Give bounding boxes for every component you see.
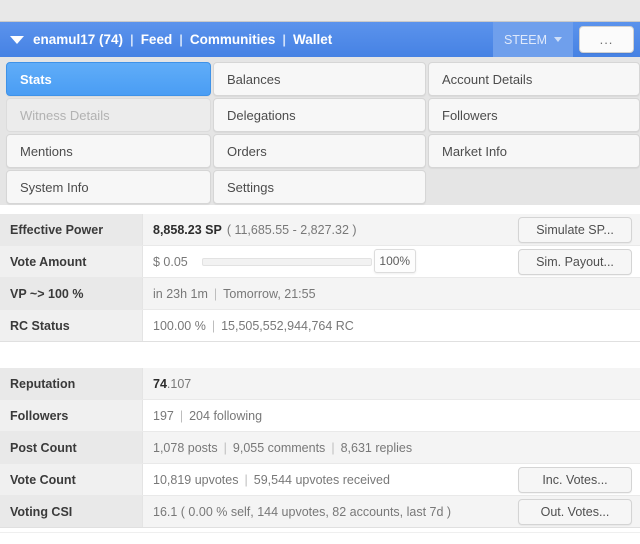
window-chrome-strip [0,0,640,22]
sim-payout-button[interactable]: Sim. Payout... [518,249,632,275]
vp-recharge-datetime: Tomorrow, 21:55 [223,287,315,301]
account-name-label[interactable]: enamul17 (74) [33,32,123,47]
upvotes-received: 59,544 upvotes received [254,473,390,487]
row-label: Reputation [0,368,143,399]
slider-percent-badge: 100% [374,249,416,273]
effective-power-range: ( 11,685.55 - 2,827.32 ) [222,223,357,237]
effective-power-value: 8,858.23 SP [153,223,222,237]
table-group-divider [0,346,640,368]
token-selector-dropdown[interactable]: STEEM [493,22,573,57]
row-value: 100.00 % | 15,505,552,944,764 RC [143,310,640,341]
reputation-decimals: .107 [167,377,191,391]
row-value: 74 .107 [143,368,640,399]
row-value: 1,078 posts | 9,055 comments | 8,631 rep… [143,432,640,463]
tab-delegations[interactable]: Delegations [213,98,426,132]
row-label: Vote Count [0,464,143,495]
nav-separator: | [282,32,286,47]
table-row-vp-recharge: VP ~> 100 % in 23h 1m | Tomorrow, 21:55 [0,278,640,310]
replies-count: 8,631 replies [341,441,413,455]
nav-left-group: enamul17 (74) | Feed | Communities | Wal… [10,22,493,57]
rc-status-percent: 100.00 % [153,319,206,333]
table-row-reputation: Reputation 74 .107 [0,368,640,400]
upvotes-given: 10,819 upvotes [153,473,239,487]
incoming-votes-button[interactable]: Inc. Votes... [518,467,632,493]
nav-separator: | [130,32,134,47]
tab-witness-details: Witness Details [6,98,211,132]
nav-link-feed[interactable]: Feed [141,32,173,47]
tab-stats[interactable]: Stats [6,62,211,96]
comments-count: 9,055 comments [233,441,325,455]
tab-grid-empty-cell [428,170,640,204]
row-label: Followers [0,400,143,431]
rc-status-amount: 15,505,552,944,764 RC [221,319,354,333]
value-separator: | [208,287,223,301]
more-options-button[interactable]: ... [579,26,634,53]
tab-navigation-panel: Stats Balances Account Details Witness D… [0,57,640,205]
table-row-vote-amount: Vote Amount $ 0.05 100% Sim. Payout... [0,246,640,278]
value-separator: | [174,409,189,423]
value-separator: | [325,441,340,455]
reputation-whole: 74 [153,377,167,391]
row-label: Vote Amount [0,246,143,277]
token-selector-label: STEEM [504,33,547,47]
table-row-post-count: Post Count 1,078 posts | 9,055 comments … [0,432,640,464]
row-label: Voting CSI [0,496,143,527]
table-row-voting-csi: Voting CSI 16.1 ( 0.00 % self, 144 upvot… [0,496,640,528]
vp-recharge-eta: in 23h 1m [153,287,208,301]
row-label: RC Status [0,310,143,341]
nav-right-group: STEEM ... [493,22,634,57]
tab-market-info[interactable]: Market Info [428,134,640,168]
posts-count: 1,078 posts [153,441,218,455]
tab-orders[interactable]: Orders [213,134,426,168]
row-label: Post Count [0,432,143,463]
nav-link-communities[interactable]: Communities [190,32,276,47]
slider-track[interactable] [202,258,372,266]
table-row-followers: Followers 197 | 204 following [0,400,640,432]
token-selector-caret-down-icon [554,37,562,42]
outgoing-votes-button[interactable]: Out. Votes... [518,499,632,525]
tab-balances[interactable]: Balances [213,62,426,96]
tab-followers[interactable]: Followers [428,98,640,132]
value-separator: | [239,473,254,487]
row-label: Effective Power [0,214,143,245]
tab-settings[interactable]: Settings [213,170,426,204]
vote-amount-value: $ 0.05 [153,255,188,269]
tab-system-info[interactable]: System Info [6,170,211,204]
followers-count: 197 [153,409,174,423]
vote-weight-slider[interactable]: 100% [202,258,372,266]
table-row-vote-count: Vote Count 10,819 upvotes | 59,544 upvot… [0,464,640,496]
table-row-effective-power: Effective Power 8,858.23 SP ( 11,685.55 … [0,214,640,246]
row-label: VP ~> 100 % [0,278,143,309]
simulate-sp-button[interactable]: Simulate SP... [518,217,632,243]
app-window: enamul17 (74) | Feed | Communities | Wal… [0,0,640,544]
row-value: 197 | 204 following [143,400,640,431]
nav-link-wallet[interactable]: Wallet [293,32,332,47]
value-separator: | [218,441,233,455]
nav-separator: | [179,32,183,47]
value-separator: | [206,319,221,333]
tab-grid: Stats Balances Account Details Witness D… [6,62,634,204]
table-row-rc-status: RC Status 100.00 % | 15,505,552,944,764 … [0,310,640,342]
following-count: 204 following [189,409,262,423]
main-navigation-header: enamul17 (74) | Feed | Communities | Wal… [0,22,640,57]
secondary-stats-table: Reputation 74 .107 Followers 197 | 204 f… [0,368,640,528]
tab-mentions[interactable]: Mentions [6,134,211,168]
primary-stats-table: Effective Power 8,858.23 SP ( 11,685.55 … [0,214,640,342]
account-menu-caret-down-icon[interactable] [10,36,24,44]
row-value: in 23h 1m | Tomorrow, 21:55 [143,278,640,309]
tab-account-details[interactable]: Account Details [428,62,640,96]
voting-csi-value: 16.1 ( 0.00 % self, 144 upvotes, 82 acco… [153,505,451,519]
page-bottom-filler [0,532,640,544]
